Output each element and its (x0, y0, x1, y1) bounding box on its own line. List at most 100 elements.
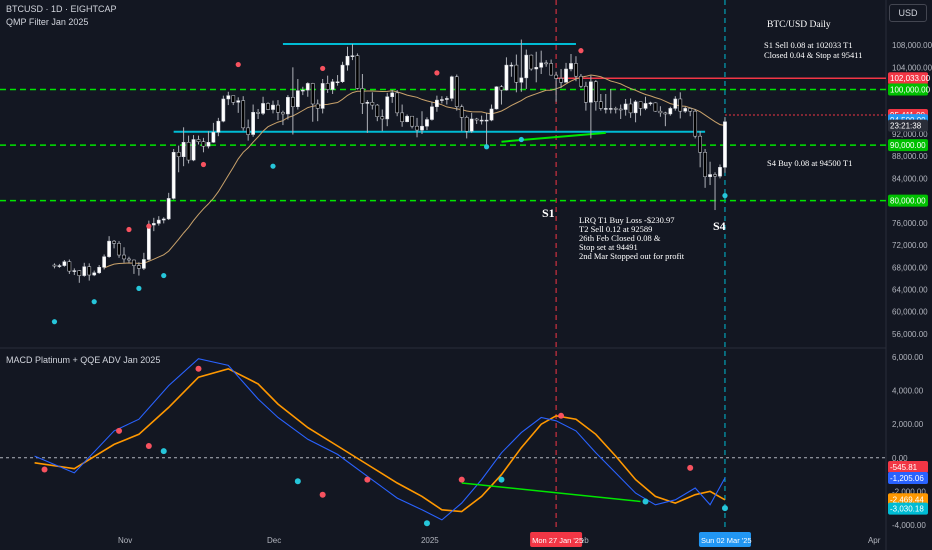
macd-cross-dot-cyan (642, 498, 649, 505)
candle-body (400, 112, 404, 122)
candle-body (286, 97, 290, 115)
macd-value-label-3: -3,030.18 (890, 505, 924, 514)
candle-body (305, 83, 310, 91)
trading-chart[interactable]: 56,000.00 60,000.00 64,000.00 68,000.00 72,0… (0, 0, 932, 550)
candle-body (479, 119, 484, 122)
candle-body (623, 103, 628, 110)
candle-body (648, 102, 653, 105)
candle-body (529, 54, 534, 70)
candle-body (256, 112, 260, 114)
candle-body (425, 119, 429, 127)
macd-cross-dot-red (458, 476, 465, 483)
price-tick-label: 68,000.00 (892, 263, 928, 272)
candle-body (569, 63, 573, 70)
chart-title-annotation: BTC/USD Daily (767, 20, 831, 30)
macd-cross-dot-red (319, 491, 326, 498)
candle-body (509, 64, 514, 67)
macd-value-label-0: -545.81 (890, 463, 918, 472)
signal-dot-red (235, 61, 241, 68)
candle-body (440, 99, 444, 101)
candle-body (181, 142, 186, 157)
candle-body (658, 110, 663, 114)
candle-body (380, 116, 385, 120)
candle-body (420, 125, 424, 131)
candle-body (166, 198, 171, 220)
signal-dot-cyan (483, 144, 490, 150)
candle-body (643, 103, 648, 109)
candle-body (127, 258, 131, 261)
candle-body (97, 267, 102, 274)
candle-body (191, 139, 196, 161)
candle-body (261, 103, 265, 114)
candle-body (489, 108, 494, 121)
candle-body (708, 174, 712, 177)
candle-body (469, 118, 474, 132)
macd-title: MACD Platinum + QQE ADV Jan 2025 (6, 355, 161, 365)
candle-body (216, 120, 221, 133)
candle-body (499, 86, 504, 91)
s1-label: S1 (542, 206, 555, 220)
time-axis-label: Apr (868, 536, 881, 545)
candle-body (117, 243, 121, 256)
price-tick-label: 104,000.00 (892, 63, 932, 72)
candle-body (549, 63, 553, 76)
candle-body (628, 103, 633, 114)
candle-body (221, 98, 226, 122)
macd-value-label-1: -1,205.06 (890, 474, 924, 483)
signal-dot-red (320, 65, 326, 72)
indicator-title: QMP Filter Jan 2025 (6, 17, 89, 27)
time-highlight-label-1: Sun 02 Mar '25 (701, 536, 752, 545)
candle-body (534, 67, 539, 70)
candle-body (564, 68, 568, 83)
macd-cross-dot-red (687, 464, 694, 471)
candle-body (325, 83, 330, 90)
candle-body (295, 90, 300, 108)
trend-line-0 (501, 131, 606, 143)
candle-body (698, 135, 702, 153)
currency-button[interactable]: USD (889, 4, 927, 22)
candle-body (345, 55, 350, 66)
macd-cross-dot-cyan (160, 448, 167, 455)
candle-body (146, 224, 151, 260)
candle-body (360, 88, 365, 104)
time-highlight-label-0: Mon 27 Jan '25 (532, 536, 583, 545)
signal-dot-red (578, 48, 584, 54)
candle-body (544, 62, 549, 65)
signal-dot-cyan (722, 193, 728, 199)
price-tick-label: 56,000.00 (892, 330, 928, 339)
candle-body (539, 62, 544, 68)
candle-body (142, 259, 146, 269)
price-label-1: 100,000.00 (890, 86, 931, 95)
macd-tick-label: -4,000.00 (892, 521, 926, 530)
candle-body (201, 141, 206, 147)
candle-body (638, 101, 643, 109)
macd-cross-dot-red (364, 476, 371, 483)
candle-body (415, 125, 419, 131)
macd-cross-dot-red (558, 412, 565, 419)
macd-cross-dot-cyan (721, 505, 728, 512)
candle-body (504, 64, 509, 91)
candle-body (673, 98, 678, 109)
candle-body (82, 266, 87, 276)
macd-cross-dot-red (145, 443, 152, 450)
price-tick-label: 64,000.00 (892, 285, 928, 294)
candle-body (112, 240, 116, 244)
candle-body (151, 223, 156, 226)
candle-body (608, 108, 613, 110)
candle-body (524, 54, 529, 79)
price-label-0: 102,033.00 (890, 74, 931, 83)
candle-body (236, 100, 241, 103)
s1-note-line-1: S1 Sell 0.08 at 102033 T1 (764, 40, 853, 50)
candle-body (276, 104, 280, 113)
candle-body (514, 64, 519, 83)
macd-tick-label: 6,000.00 (892, 353, 924, 362)
candle-body (459, 106, 464, 118)
candle-body (598, 101, 603, 109)
candle-body (52, 264, 57, 267)
macd-cross-dot-cyan (423, 520, 430, 527)
candle-body (320, 83, 325, 109)
candle-body (395, 92, 400, 114)
candle-body (678, 98, 683, 112)
candle-body (633, 101, 638, 114)
signal-dot-red (126, 226, 132, 233)
